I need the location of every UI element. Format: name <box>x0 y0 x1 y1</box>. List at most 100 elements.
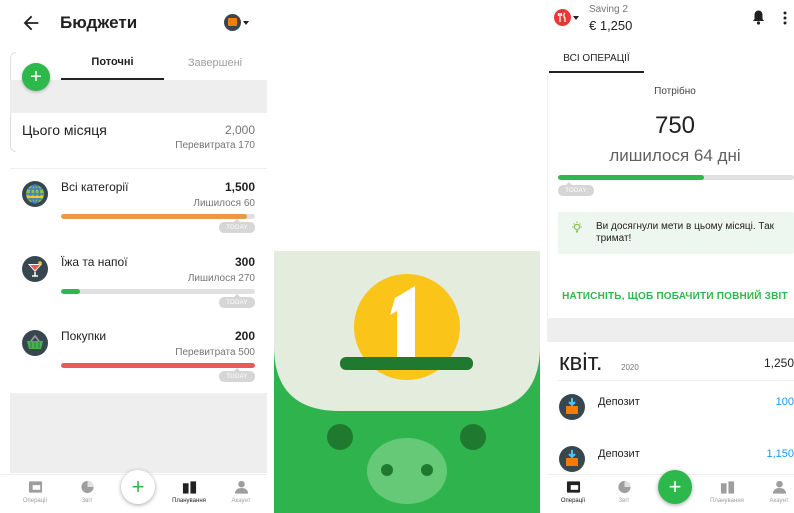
budget-status: Лишилося 270 <box>187 273 255 284</box>
more-vert-icon[interactable] <box>783 11 787 25</box>
bell-icon[interactable] <box>752 10 765 25</box>
bottom-navigation: Операції Звіт + Планування Акаунт <box>547 470 794 513</box>
wallet-icon <box>28 481 42 493</box>
nav-account[interactable]: Акаунт <box>216 480 266 504</box>
piggy-bank-illustration <box>274 251 540 513</box>
planning-icon <box>720 481 734 494</box>
food-wallet-icon <box>554 9 571 26</box>
transaction-name: Депозит <box>598 448 640 460</box>
section-divider <box>547 318 794 342</box>
budget-status: Лишилося 60 <box>193 198 255 209</box>
back-arrow-icon[interactable] <box>20 12 42 34</box>
bottom-navigation: Операції Звіт + Планування Акаунт <box>0 470 267 513</box>
globe-icon <box>22 181 48 207</box>
goal-detail-screen: Saving 2 € 1,250 ВСІ ОПЕРАЦІЇ Потрібно 7… <box>547 0 794 513</box>
today-marker: TODAY <box>558 182 594 196</box>
section-divider <box>10 80 267 113</box>
full-report-link[interactable]: НАТИСНІТЬ, ЩОБ ПОБАЧИТИ ПОВНИЙ ЗВІТ <box>547 291 794 302</box>
days-left: лишилося 64 дні <box>609 146 741 165</box>
budget-progress-bar <box>61 363 255 368</box>
plus-icon: + <box>30 66 42 88</box>
add-budget-button[interactable]: + <box>22 63 50 91</box>
transaction-amount: 100 <box>775 396 794 408</box>
tip-text: Ви досягнули мети в цьому місяці. Так тр… <box>596 221 775 244</box>
nav-label: Планування <box>172 498 206 504</box>
wallet-selector[interactable] <box>224 14 249 31</box>
goal-progress-fill <box>558 175 705 180</box>
year-label: 2020 <box>621 363 639 372</box>
pie-chart-icon <box>617 480 631 494</box>
budget-progress-fill <box>61 363 255 368</box>
nav-label: Операції <box>560 498 586 504</box>
wallet-balance: € 1,250 <box>589 18 633 33</box>
deposit-icon <box>559 394 585 420</box>
transaction-amount: 1,150 <box>766 448 794 460</box>
budget-name: Покупки <box>61 329 107 343</box>
account-icon <box>772 480 786 494</box>
pie-chart-icon <box>80 480 94 494</box>
budgets-screen: Бюджети Поточні Завершені + Цього місяця… <box>0 0 267 513</box>
wallet-icon <box>224 14 241 31</box>
nav-label: Звіт <box>81 498 93 504</box>
planning-icon <box>182 481 196 494</box>
caret-down-icon <box>243 20 249 25</box>
nav-report[interactable]: Звіт <box>599 480 649 504</box>
tab-finished[interactable]: Завершені <box>170 46 260 80</box>
nav-transactions[interactable]: Операції <box>10 480 60 504</box>
budget-item[interactable]: Покупки 200 Перевитрата 500 TODAY <box>10 323 267 397</box>
page-title: Бюджети <box>60 13 138 32</box>
budget-progress-fill <box>61 289 81 294</box>
month-status: Перевитрата 170 <box>175 140 255 151</box>
add-transaction-button[interactable]: + <box>121 470 155 504</box>
today-marker: TODAY <box>219 219 255 233</box>
transaction-row[interactable]: Депозит 100 <box>547 394 794 434</box>
budget-status: Перевитрата 500 <box>175 347 255 358</box>
today-marker: TODAY <box>219 368 255 382</box>
nav-label: Планування <box>710 498 744 504</box>
budget-item[interactable]: Їжа та напої 300 Лишилося 270 TODAY <box>10 249 267 323</box>
month-heading: квіт. <box>559 349 603 376</box>
wallet-icon <box>566 481 580 493</box>
goal-progress-bar <box>558 175 794 180</box>
month-total: 1,250 <box>763 356 794 370</box>
nav-transactions[interactable]: Операції <box>548 480 598 504</box>
wallet-selector[interactable] <box>554 9 579 26</box>
nav-report[interactable]: Звіт <box>62 480 112 504</box>
tab-current[interactable]: Поточні <box>61 46 164 80</box>
tab-all-transactions[interactable]: ВСІ ОПЕРАЦІЇ <box>549 45 644 73</box>
needed-label: Потрібно <box>654 86 696 97</box>
caret-down-icon <box>573 15 579 20</box>
nav-account[interactable]: Акаунт <box>754 480 794 504</box>
budget-item[interactable]: Всі категорії 1,500 Лишилося 60 TODAY <box>10 174 267 248</box>
budget-name: Всі категорії <box>61 180 129 194</box>
piggy-coin-icon <box>274 251 540 513</box>
nav-label: Акаунт <box>231 498 251 504</box>
empty-area <box>10 393 267 473</box>
add-transaction-button[interactable]: + <box>658 470 692 504</box>
nav-label: Звіт <box>618 498 630 504</box>
app-bar: Бюджети <box>0 0 267 46</box>
month-label: Цього місяця <box>22 122 107 138</box>
cocktail-icon <box>22 256 48 282</box>
needed-amount: 750 <box>654 112 696 139</box>
goal-tip: Ви досягнули мети в цьому місяці. Так тр… <box>558 212 794 254</box>
transaction-name: Депозит <box>598 396 640 408</box>
budget-progress-fill <box>61 214 248 219</box>
plus-icon: + <box>668 474 682 499</box>
basket-icon <box>22 330 48 356</box>
nav-label: Операції <box>22 498 48 504</box>
budget-amount: 300 <box>234 255 255 269</box>
nav-label: Акаунт <box>769 498 789 504</box>
nav-planning[interactable]: Планування <box>164 480 214 504</box>
month-summary[interactable]: Цього місяця 2,000 Перевитрата 170 <box>10 113 267 169</box>
budget-progress-bar <box>61 289 255 294</box>
today-marker: TODAY <box>219 294 255 308</box>
divider <box>558 380 794 381</box>
account-icon <box>234 480 248 494</box>
budget-progress-bar <box>61 214 255 219</box>
nav-planning[interactable]: Планування <box>702 480 752 504</box>
budget-amount: 1,500 <box>224 180 255 194</box>
budget-amount: 200 <box>234 329 255 343</box>
deposit-icon <box>559 446 585 472</box>
month-amount: 2,000 <box>224 123 255 137</box>
